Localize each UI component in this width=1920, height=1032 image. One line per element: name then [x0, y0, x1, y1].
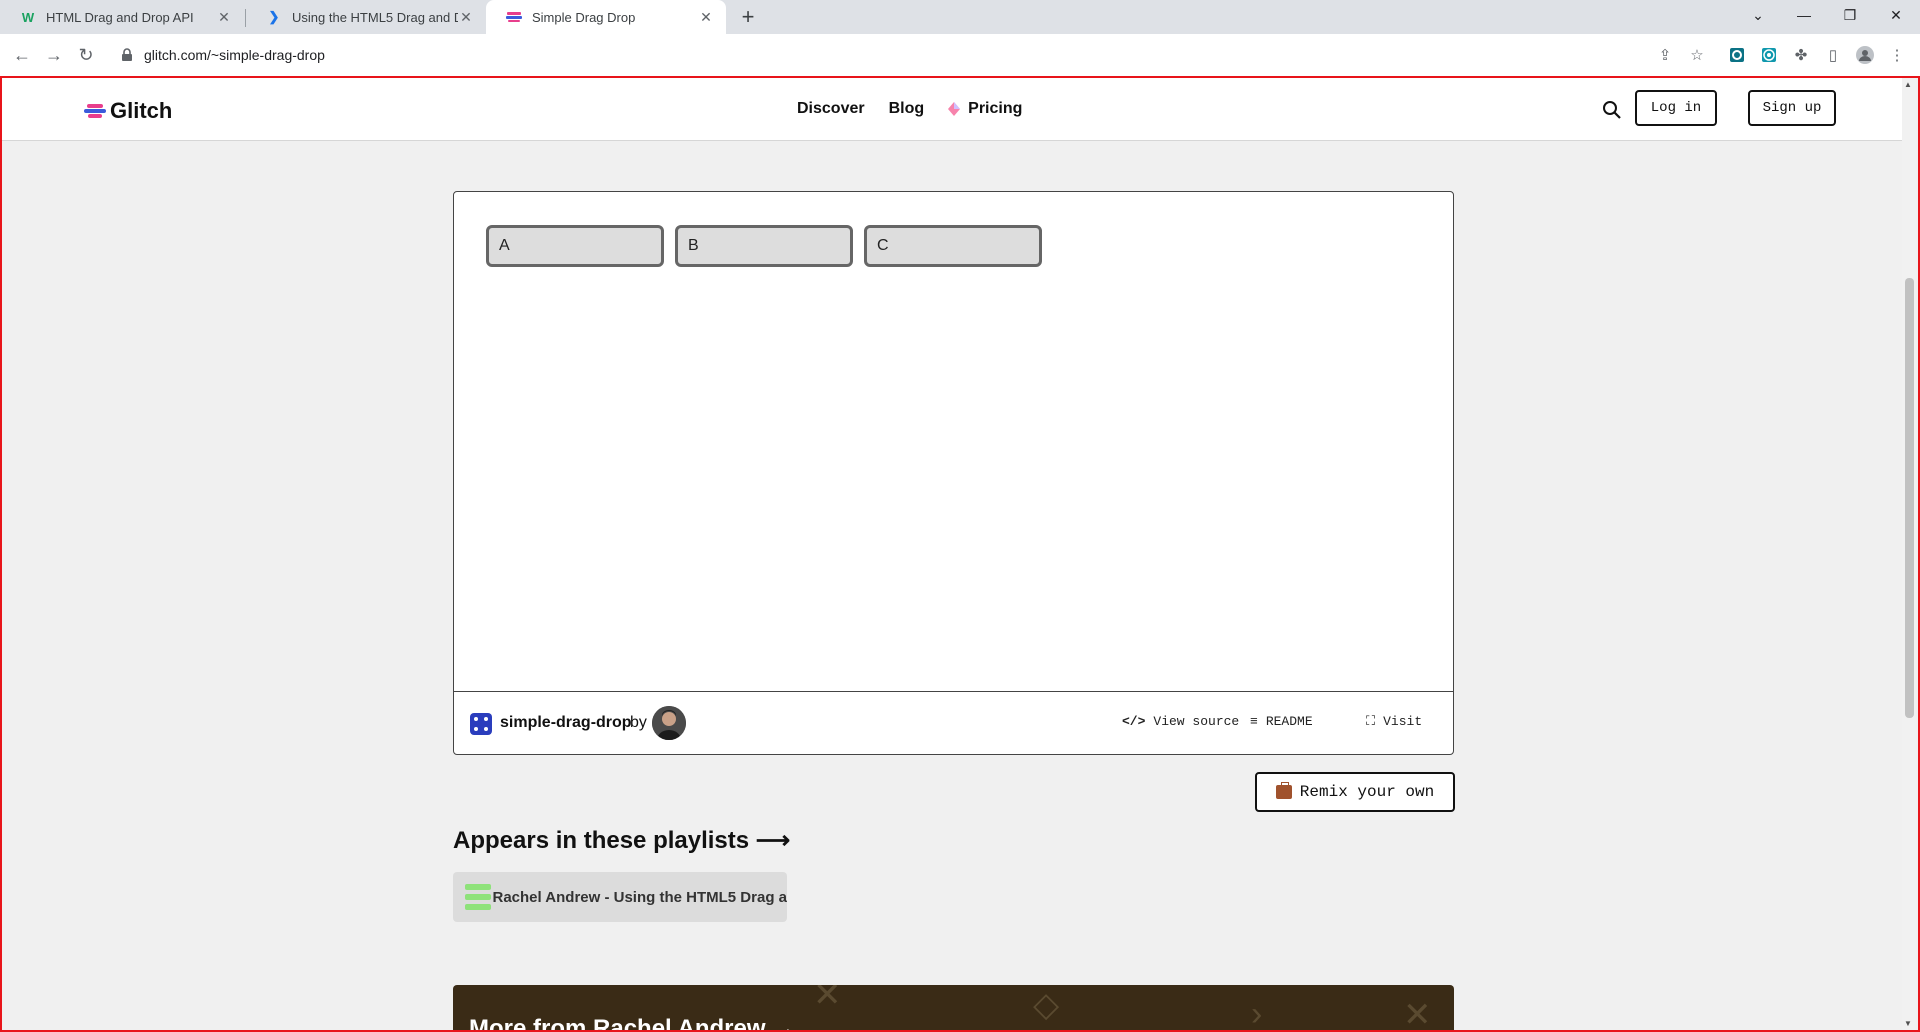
- tab-title: Simple Drag Drop: [532, 9, 636, 25]
- close-icon[interactable]: ✕: [458, 9, 474, 25]
- tab-search-icon[interactable]: ⌄: [1738, 0, 1778, 30]
- playlists-heading[interactable]: Appears in these playlists ⟶: [453, 826, 790, 855]
- url-text: glitch.com/~simple-drag-drop: [144, 47, 325, 63]
- decorative-cross: ✕: [1403, 996, 1432, 1032]
- profile-icon[interactable]: [1854, 44, 1876, 66]
- puzzle-icon[interactable]: ✤: [1790, 44, 1812, 66]
- remix-label: Remix your own: [1299, 783, 1435, 801]
- tab-strip: W HTML Drag and Drop API ✕ ❯ Using the H…: [0, 0, 1920, 34]
- page-viewport: Glitch Discover Blog Pricing Log in Sign…: [0, 76, 1920, 1032]
- tab-html-drag-drop-api[interactable]: W HTML Drag and Drop API ✕: [0, 0, 244, 34]
- nav-pricing[interactable]: Pricing: [948, 100, 1022, 118]
- glitch-logo[interactable]: Glitch: [84, 98, 172, 124]
- nav-pricing-label: Pricing: [968, 100, 1023, 117]
- decorative-chevron: ›: [1251, 995, 1263, 1032]
- minimize-button[interactable]: —: [1784, 0, 1824, 30]
- project-embed: A B C simple-drag-drop by </> View sourc…: [453, 191, 1454, 755]
- close-icon[interactable]: ✕: [698, 9, 714, 25]
- login-button[interactable]: Log in: [1635, 90, 1717, 126]
- page-scrollbar[interactable]: ▲ ▼: [1902, 78, 1916, 1030]
- view-source-label: View source: [1153, 714, 1240, 729]
- code-icon: </>: [1122, 714, 1146, 729]
- drag-box-b[interactable]: B: [675, 225, 853, 267]
- back-icon[interactable]: ←: [8, 41, 36, 69]
- glitch-logo-icon: [84, 104, 106, 118]
- more-from-author-title[interactable]: More from Rachel Andrew →: [469, 1015, 796, 1030]
- arrow-right-icon: ⟶: [755, 827, 791, 854]
- readme-link[interactable]: ≡ README: [1250, 714, 1313, 729]
- address-bar[interactable]: glitch.com/~simple-drag-drop: [110, 39, 1710, 71]
- nav-discover[interactable]: Discover: [797, 100, 865, 118]
- tab-title: HTML Drag and Drop API: [46, 9, 194, 25]
- side-panel-icon[interactable]: ▯: [1822, 44, 1844, 66]
- glitch-icon: [506, 9, 522, 25]
- visit-link[interactable]: ⛶ Visit: [1366, 714, 1422, 729]
- logo-text: Glitch: [110, 98, 173, 123]
- main-nav: Discover Blog Pricing: [797, 100, 1022, 118]
- playlist-card[interactable]: Rachel Andrew - Using the HTML5 Drag a: [453, 872, 787, 922]
- close-window-button[interactable]: ✕: [1876, 0, 1916, 30]
- tab-simple-drag-drop[interactable]: Simple Drag Drop ✕: [486, 0, 726, 34]
- decorative-cross: ✕: [813, 985, 842, 1014]
- more-menu-icon[interactable]: ⋮: [1886, 44, 1908, 66]
- list-icon: ≡: [1250, 714, 1258, 729]
- signup-button[interactable]: Sign up: [1748, 90, 1836, 126]
- site-header: Glitch Discover Blog Pricing Log in Sign…: [2, 78, 1902, 141]
- author-avatar[interactable]: [652, 706, 686, 740]
- more-from-author-section: ✕ ◇ › ✕ More from Rachel Andrew →: [453, 985, 1454, 1032]
- project-avatar-icon[interactable]: [470, 713, 492, 735]
- playlist-icon: [465, 884, 491, 910]
- w-icon: W: [21, 9, 35, 25]
- embed-footer: simple-drag-drop by </> View source ≡ RE…: [454, 692, 1453, 754]
- new-tab-button[interactable]: +: [736, 4, 760, 29]
- remix-button[interactable]: Remix your own: [1255, 772, 1455, 812]
- by-label: by: [630, 714, 647, 731]
- search-icon[interactable]: [1602, 100, 1622, 120]
- scrollbar-thumb[interactable]: [1905, 278, 1914, 718]
- nav-blog[interactable]: Blog: [889, 100, 925, 118]
- forward-icon[interactable]: →: [40, 41, 68, 69]
- playlist-title: Rachel Andrew - Using the HTML5 Drag a: [492, 888, 788, 906]
- share-icon[interactable]: ⇪: [1654, 44, 1676, 66]
- embed-preview: A B C: [454, 192, 1453, 692]
- scroll-down-arrow[interactable]: ▼: [1904, 1019, 1912, 1028]
- playlists-heading-text: Appears in these playlists: [453, 827, 750, 854]
- bookmark-star-icon[interactable]: ☆: [1686, 44, 1708, 66]
- restore-button[interactable]: ❐: [1830, 0, 1870, 30]
- browser-toolbar: ← → ↻ glitch.com/~simple-drag-drop ⇪ ☆ ✤…: [0, 34, 1920, 76]
- scroll-up-arrow[interactable]: ▲: [1904, 80, 1912, 89]
- visit-label: Visit: [1383, 714, 1423, 729]
- lock-icon: [122, 48, 132, 61]
- prompt-icon: ❯: [268, 9, 280, 24]
- reload-icon[interactable]: ↻: [72, 41, 100, 69]
- readme-label: README: [1265, 714, 1313, 729]
- tab-title: Using the HTML5 Drag and Drop: [292, 9, 458, 25]
- diamond-icon: [948, 102, 961, 116]
- extension-icon[interactable]: [1758, 44, 1780, 66]
- fullscreen-icon: ⛶: [1366, 714, 1376, 729]
- drag-box-a[interactable]: A: [486, 225, 664, 267]
- extension-icon[interactable]: [1726, 44, 1748, 66]
- view-source-link[interactable]: </> View source: [1122, 714, 1239, 729]
- close-icon[interactable]: ✕: [216, 9, 232, 25]
- drag-box-c[interactable]: C: [864, 225, 1042, 267]
- project-name-link[interactable]: simple-drag-drop: [500, 714, 632, 732]
- briefcase-icon: [1275, 782, 1292, 799]
- tab-using-html5-drag-drop[interactable]: ❯ Using the HTML5 Drag and Drop ✕: [246, 0, 486, 34]
- decorative-diamond: ◇: [1033, 986, 1060, 1024]
